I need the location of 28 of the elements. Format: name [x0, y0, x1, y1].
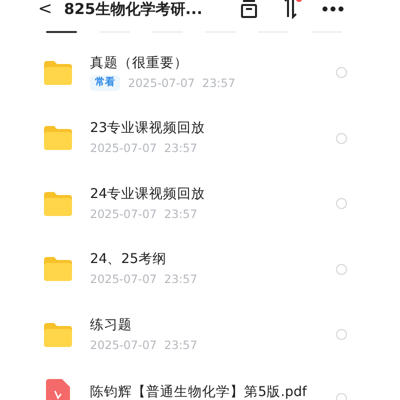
modified-time: 2025-07-07 23:57: [128, 74, 236, 92]
select-radio[interactable]: [336, 329, 347, 340]
tab-indicator[interactable]: [46, 31, 77, 33]
folder-icon: [44, 257, 72, 282]
folder-icon: [44, 192, 72, 216]
modified-time: 2025-07-07 23:57: [90, 336, 198, 354]
folder-title: 825生物化学考研...: [64, 0, 202, 19]
modified-time: 2025-07-07 23:57: [90, 206, 198, 223]
archive-icon[interactable]: [239, 0, 259, 18]
file-name[interactable]: 23专业课视频回放: [90, 119, 336, 138]
file-name[interactable]: 练习题: [90, 316, 336, 334]
file-name[interactable]: 24、25考纲: [90, 250, 336, 268]
tag-badge: 常看: [90, 75, 120, 92]
modified-time: 2025-07-07 23:57: [90, 271, 198, 288]
back-button[interactable]: <: [38, 0, 52, 19]
folder-icon: [44, 322, 72, 347]
file-name[interactable]: 真题（很重要）: [90, 54, 336, 72]
folder-icon: [44, 126, 72, 150]
select-radio[interactable]: [336, 67, 347, 78]
modified-time: 2025-07-07 23:57: [90, 140, 198, 158]
file-name[interactable]: 陈钧辉【普通生物化学】第5版.pdf: [90, 382, 336, 400]
file-name[interactable]: 24专业课视频回放: [90, 184, 336, 203]
select-radio[interactable]: [336, 264, 347, 275]
pdf-icon: [46, 378, 70, 400]
select-radio[interactable]: [336, 198, 347, 210]
more-icon[interactable]: [322, 6, 344, 12]
select-radio[interactable]: [336, 132, 347, 144]
folder-icon: [44, 60, 72, 85]
